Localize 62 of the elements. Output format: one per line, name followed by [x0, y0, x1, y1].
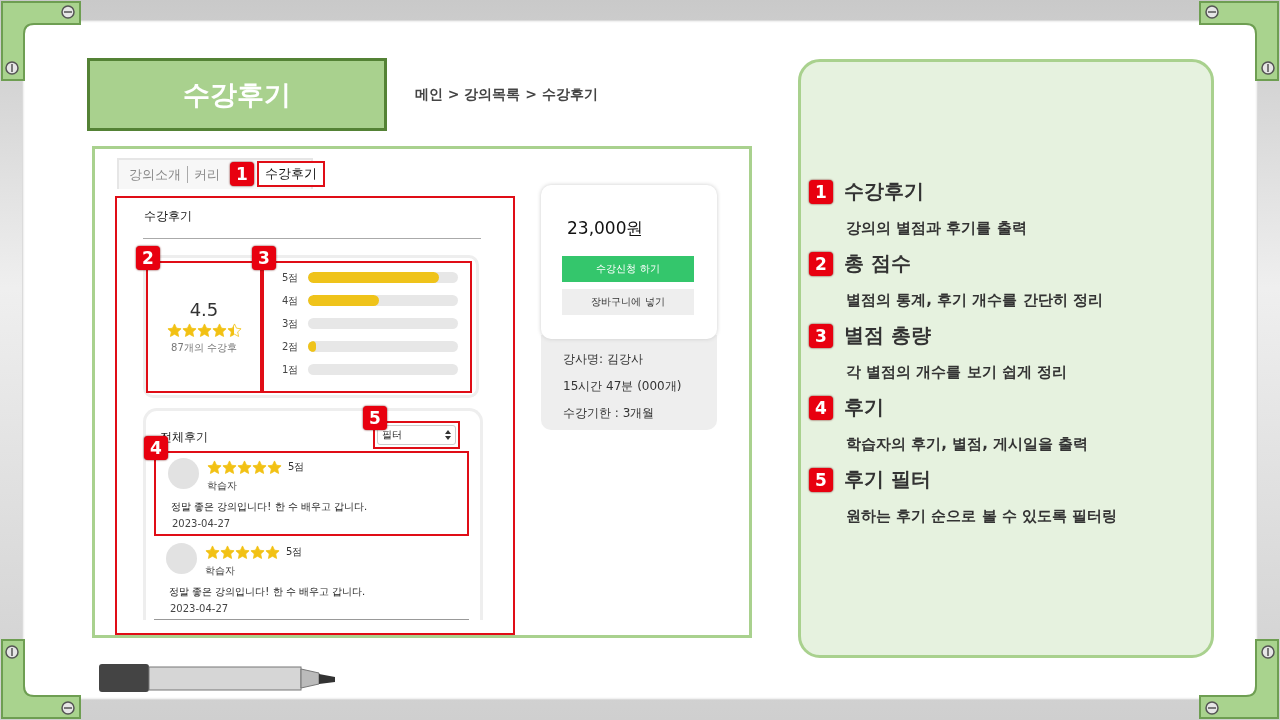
- annotation-description: 각 별점의 개수를 보기 쉽게 정리: [846, 363, 1069, 382]
- star-icon: [211, 322, 227, 338]
- annotation-description: 원하는 후기 순으로 볼 수 있도록 필터링: [846, 507, 1119, 526]
- score-label: 2점: [282, 339, 300, 354]
- star-icon: [181, 322, 197, 338]
- add-to-cart-button[interactable]: 장바구니에 넣기: [562, 289, 694, 315]
- callout-number: 3: [252, 245, 276, 270]
- annotation-title: 수강후기: [844, 178, 924, 205]
- annotation-description: 학습자의 후기, 별점, 게시일을 출력: [846, 435, 1090, 454]
- avatar-icon: [166, 542, 197, 574]
- callout-number: 1: [809, 179, 833, 204]
- page-title: 수강후기: [87, 58, 387, 131]
- star-icon: [205, 544, 220, 560]
- avatar-icon: [168, 457, 199, 489]
- score-label: 3점: [282, 316, 300, 331]
- callout-number: 4: [809, 395, 833, 420]
- breadcrumb: 메인 > 강의목록 > 수강후기: [415, 85, 598, 104]
- star-icon: [207, 459, 222, 475]
- review-text: 정말 좋은 강의입니다! 한 수 배우고 갑니다.: [169, 584, 367, 599]
- star-icon: [220, 544, 235, 560]
- section-title: 수강후기: [144, 207, 193, 225]
- callout-number: 2: [136, 245, 160, 270]
- star-icon: [235, 544, 250, 560]
- callout-number: 4: [144, 435, 168, 460]
- annotation-description: 강의의 별점과 후기를 출력: [846, 219, 1028, 238]
- review-count: 87개의 수강후: [171, 340, 237, 355]
- annotation-title: 별점 총량: [844, 322, 931, 349]
- review-date: 2023-04-27: [172, 517, 232, 529]
- star-icon: [252, 459, 267, 475]
- callout-number: 3: [809, 323, 833, 348]
- callout-number: 1: [230, 162, 254, 187]
- callout-number: 5: [809, 467, 833, 492]
- annotation-description: 별점의 통계, 후기 개수를 간단히 정리: [846, 291, 1104, 310]
- annotation-title: 후기 필터: [844, 466, 931, 493]
- average-score: 4.5: [189, 298, 219, 320]
- course-detail: 15시간 47분 (000개): [563, 378, 683, 395]
- star-icon: [237, 459, 252, 475]
- star-icon: [196, 322, 212, 338]
- star-icon: [222, 459, 237, 475]
- score-label: 4점: [282, 293, 300, 308]
- review-text: 정말 좋은 강의입니다! 한 수 배우고 갑니다.: [171, 499, 369, 514]
- sort-arrows-icon: [445, 429, 451, 440]
- course-detail: 강사명: 김강사: [563, 351, 644, 368]
- score-label: 5점: [282, 270, 300, 285]
- review-score: 5점: [288, 460, 305, 475]
- review-date: 2023-04-27: [170, 602, 230, 614]
- star-icon: [226, 322, 242, 338]
- review-score: 5점: [286, 545, 303, 560]
- star-icon: [267, 459, 282, 475]
- star-icon: [265, 544, 280, 560]
- star-icon: [166, 322, 182, 338]
- callout-number: 2: [809, 251, 833, 276]
- annotation-title: 총 점수: [844, 250, 911, 277]
- score-label: 1점: [282, 362, 300, 377]
- review-author: 학습자: [205, 563, 236, 578]
- review-author: 학습자: [207, 478, 238, 493]
- tab[interactable]: 수강후기: [257, 161, 325, 188]
- star-icon: [250, 544, 265, 560]
- annotation-title: 후기: [844, 394, 884, 421]
- course-detail: 수강기한 : 3개월: [563, 405, 656, 422]
- callout-number: 5: [363, 405, 387, 430]
- course-price: 23,000원: [567, 217, 645, 240]
